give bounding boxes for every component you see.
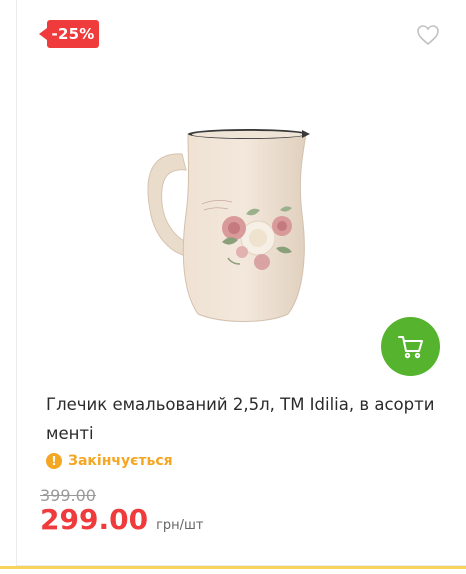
add-to-cart-button[interactable] — [381, 317, 440, 376]
bottom-divider — [0, 566, 466, 574]
price-row: 299.00 грн/шт — [40, 503, 204, 536]
heart-outline-icon — [417, 25, 439, 46]
enamel-jug-image — [147, 129, 310, 322]
divider-line — [0, 566, 466, 569]
product-image[interactable] — [130, 118, 330, 328]
cart-icon — [397, 335, 423, 358]
product-title[interactable]: Глечик емальований 2,5л, ТМ Idilia, в ас… — [46, 390, 446, 448]
exclamation-circle-icon: ! — [46, 453, 62, 469]
wishlist-button[interactable] — [416, 24, 442, 48]
price-unit: грн/шт — [156, 518, 204, 533]
stock-status: ! Закінчується — [46, 451, 173, 471]
current-price: 299.00 — [40, 503, 149, 536]
stock-status-label: Закінчується — [68, 453, 173, 469]
discount-badge: -25% — [39, 20, 99, 48]
